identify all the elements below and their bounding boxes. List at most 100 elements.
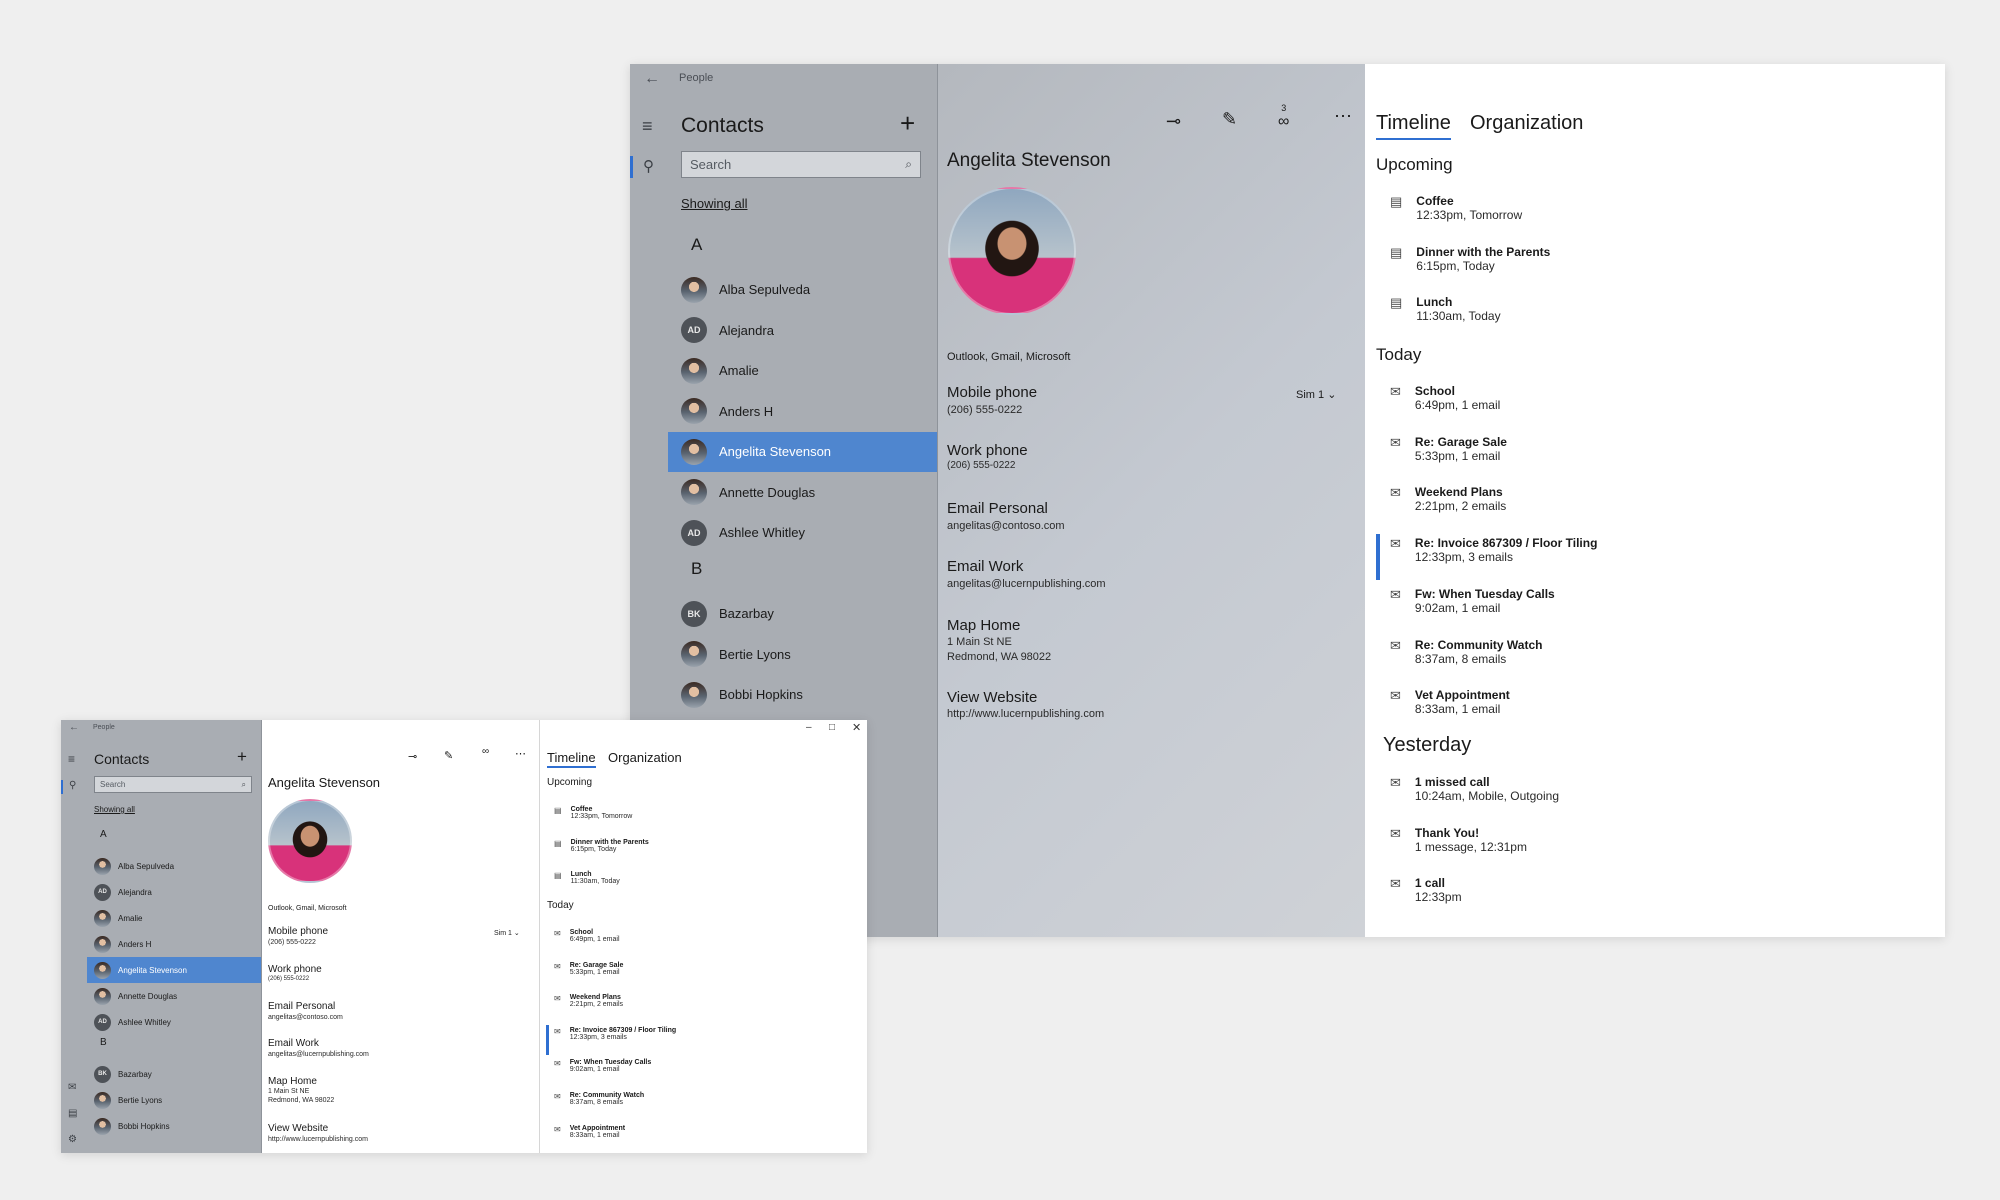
search-input[interactable] — [100, 780, 217, 789]
contact-list-item[interactable]: Anders H — [87, 931, 261, 957]
showing-all-link[interactable]: Showing all — [94, 805, 135, 814]
person-icon[interactable]: ⚲ — [69, 780, 76, 791]
contact-list-item[interactable]: AD Alejandra — [87, 879, 261, 905]
field-label-email-personal: Email Personal — [268, 1001, 336, 1012]
search-icon[interactable]: ⌕ — [905, 157, 912, 172]
group-letter: A — [691, 235, 703, 254]
contact-list-item[interactable]: Annette Douglas — [668, 472, 937, 513]
timeline-item[interactable]: ✉ Fw: When Tuesday Calls 9:02am, 1 email — [554, 1059, 651, 1073]
field-value-map-home-line1[interactable]: 1 Main St NE — [947, 636, 1012, 649]
contact-list-item[interactable]: Alba Sepulveda — [668, 270, 937, 311]
selection-indicator — [1376, 534, 1380, 581]
field-label-email-work: Email Work — [947, 558, 1024, 575]
field-value-map-home-line2[interactable]: Redmond, WA 98022 — [947, 651, 1051, 664]
contact-list-item[interactable]: Angelita Stevenson — [668, 431, 937, 472]
sim-selector[interactable]: Sim 1 ⌄ — [1296, 388, 1336, 401]
contact-list-item[interactable]: BK Bazarbay — [87, 1061, 261, 1087]
field-value-map-home-line2[interactable]: Redmond, WA 98022 — [268, 1097, 334, 1105]
field-value-website[interactable]: http://www.lucernpublishing.com — [947, 708, 1104, 721]
contact-list-item[interactable]: Bertie Lyons — [668, 634, 937, 675]
timeline-item-title: School — [569, 929, 594, 936]
timeline-item[interactable]: ▤ Lunch 11:30am, Today — [554, 871, 620, 885]
timeline-item[interactable]: ▤ Dinner with the Parents 6:15pm, Today — [1390, 245, 1550, 273]
contact-list-item[interactable]: BK Bazarbay — [668, 594, 937, 635]
pin-icon[interactable]: ⊸ — [1166, 111, 1181, 132]
contact-list-item[interactable]: Amalie — [87, 905, 261, 931]
timeline-item[interactable]: ✉ School 6:49pm, 1 email — [554, 929, 620, 943]
more-options-icon[interactable]: ⋯ — [515, 747, 526, 760]
field-value-email-work[interactable]: angelitas@lucernpublishing.com — [947, 578, 1106, 591]
field-value-mobile[interactable]: (206) 555-0222 — [947, 404, 1022, 417]
field-value-website[interactable]: http://www.lucernpublishing.com — [268, 1136, 368, 1144]
contact-list-item[interactable]: Alba Sepulveda — [87, 853, 261, 879]
tab-timeline[interactable]: Timeline — [547, 750, 596, 768]
contact-list-item[interactable]: Amalie — [668, 351, 937, 392]
link-contacts-icon[interactable]: ∞ — [482, 746, 489, 757]
contact-list-item[interactable]: AD Ashlee Whitley — [668, 513, 937, 554]
tab-organization[interactable]: Organization — [1470, 112, 1583, 135]
back-arrow-icon[interactable]: ← — [69, 722, 79, 733]
back-arrow-icon[interactable]: ← — [644, 70, 660, 88]
showing-all-link[interactable]: Showing all — [681, 196, 748, 211]
timeline-item[interactable]: ✉ Re: Community Watch 8:37am, 8 emails — [1390, 638, 1542, 666]
tab-timeline[interactable]: Timeline — [1376, 112, 1451, 140]
hamburger-menu-icon[interactable]: ≡ — [642, 116, 653, 137]
group-letter: A — [100, 829, 107, 840]
maximize-icon[interactable]: □ — [829, 722, 835, 733]
field-value-email-personal[interactable]: angelitas@contoso.com — [947, 520, 1065, 533]
add-contact-icon[interactable]: + — [237, 747, 247, 767]
timeline-item[interactable]: ✉ Re: Invoice 867309 / Floor Tiling 12:3… — [554, 1027, 676, 1041]
field-value-email-work[interactable]: angelitas@lucernpublishing.com — [268, 1051, 369, 1059]
timeline-item[interactable]: ▤ Lunch 11:30am, Today — [1390, 295, 1501, 323]
contact-list-item[interactable]: Bobbi Hopkins — [668, 675, 937, 716]
field-value-mobile[interactable]: (206) 555-0222 — [268, 939, 316, 947]
mail-icon[interactable]: ✉ — [68, 1082, 76, 1093]
search-box[interactable]: ⌕ — [681, 151, 921, 178]
contact-list-item[interactable]: Bobbi Hopkins — [87, 1113, 261, 1139]
sim-selector[interactable]: Sim 1 ⌄ — [494, 929, 520, 937]
timeline-item[interactable]: ✉ Weekend Plans 2:21pm, 2 emails — [1390, 485, 1506, 513]
field-value-work-phone[interactable]: (206) 555-0222 — [268, 976, 309, 983]
timeline-item[interactable]: ✉ Vet Appointment 8:33am, 1 email — [554, 1125, 625, 1139]
close-icon[interactable]: ✕ — [852, 721, 861, 734]
calendar-icon[interactable]: ▤ — [68, 1108, 77, 1119]
field-value-work-phone[interactable]: (206) 555-0222 — [947, 460, 1015, 472]
search-box[interactable]: ⌕ — [94, 776, 252, 793]
edit-icon[interactable]: ✎ — [444, 749, 453, 762]
edit-icon[interactable]: ✎ — [1222, 109, 1237, 130]
timeline-item[interactable]: ✉ Vet Appointment 8:33am, 1 email — [1390, 688, 1510, 716]
contact-list-item[interactable]: AD Alejandra — [668, 310, 937, 351]
timeline-item[interactable]: ✉ 1 call 12:33pm — [1390, 876, 1462, 904]
settings-gear-icon[interactable]: ⚙ — [68, 1134, 77, 1145]
timeline-item[interactable]: ✉ Weekend Plans 2:21pm, 2 emails — [554, 994, 623, 1008]
link-contacts-icon[interactable]: 3 ∞ — [1278, 104, 1289, 131]
field-value-map-home-line1[interactable]: 1 Main St NE — [268, 1088, 309, 1096]
timeline-item[interactable]: ✉ Re: Invoice 867309 / Floor Tiling 12:3… — [1390, 536, 1597, 564]
hamburger-menu-icon[interactable]: ≡ — [68, 752, 75, 766]
tab-organization[interactable]: Organization — [608, 750, 682, 765]
timeline-item[interactable]: ▤ Coffee 12:33pm, Tomorrow — [554, 806, 632, 820]
contact-list-item[interactable]: Annette Douglas — [87, 983, 261, 1009]
minimize-icon[interactable]: – — [806, 722, 812, 733]
timeline-item[interactable]: ✉ Fw: When Tuesday Calls 9:02am, 1 email — [1390, 587, 1555, 615]
timeline-item-title: Lunch — [570, 871, 592, 879]
person-icon[interactable]: ⚲ — [643, 157, 654, 175]
timeline-item[interactable]: ✉ Re: Garage Sale 5:33pm, 1 email — [1390, 435, 1507, 463]
pin-icon[interactable]: ⊸ — [408, 750, 417, 763]
contact-list-item[interactable]: AD Ashlee Whitley — [87, 1009, 261, 1035]
timeline-item[interactable]: ✉ Re: Garage Sale 5:33pm, 1 email — [554, 962, 623, 976]
timeline-item[interactable]: ✉ School 6:49pm, 1 email — [1390, 384, 1500, 412]
field-value-email-personal[interactable]: angelitas@contoso.com — [268, 1014, 343, 1022]
contact-list-item[interactable]: Angelita Stevenson — [87, 957, 261, 983]
timeline-item[interactable]: ✉ Re: Community Watch 8:37am, 8 emails — [554, 1092, 644, 1106]
contact-list-item[interactable]: Anders H — [668, 391, 937, 432]
add-contact-icon[interactable]: + — [900, 108, 915, 139]
search-input[interactable] — [690, 157, 868, 172]
timeline-item[interactable]: ▤ Coffee 12:33pm, Tomorrow — [1390, 194, 1522, 222]
more-options-icon[interactable]: ⋯ — [1334, 106, 1352, 127]
timeline-item[interactable]: ✉ 1 missed call 10:24am, Mobile, Outgoin… — [1390, 775, 1559, 803]
timeline-item[interactable]: ▤ Dinner with the Parents 6:15pm, Today — [554, 839, 649, 853]
timeline-item[interactable]: ✉ Thank You! 1 message, 12:31pm — [1390, 826, 1527, 854]
contact-list-item[interactable]: Bertie Lyons — [87, 1087, 261, 1113]
search-icon[interactable]: ⌕ — [242, 780, 246, 790]
